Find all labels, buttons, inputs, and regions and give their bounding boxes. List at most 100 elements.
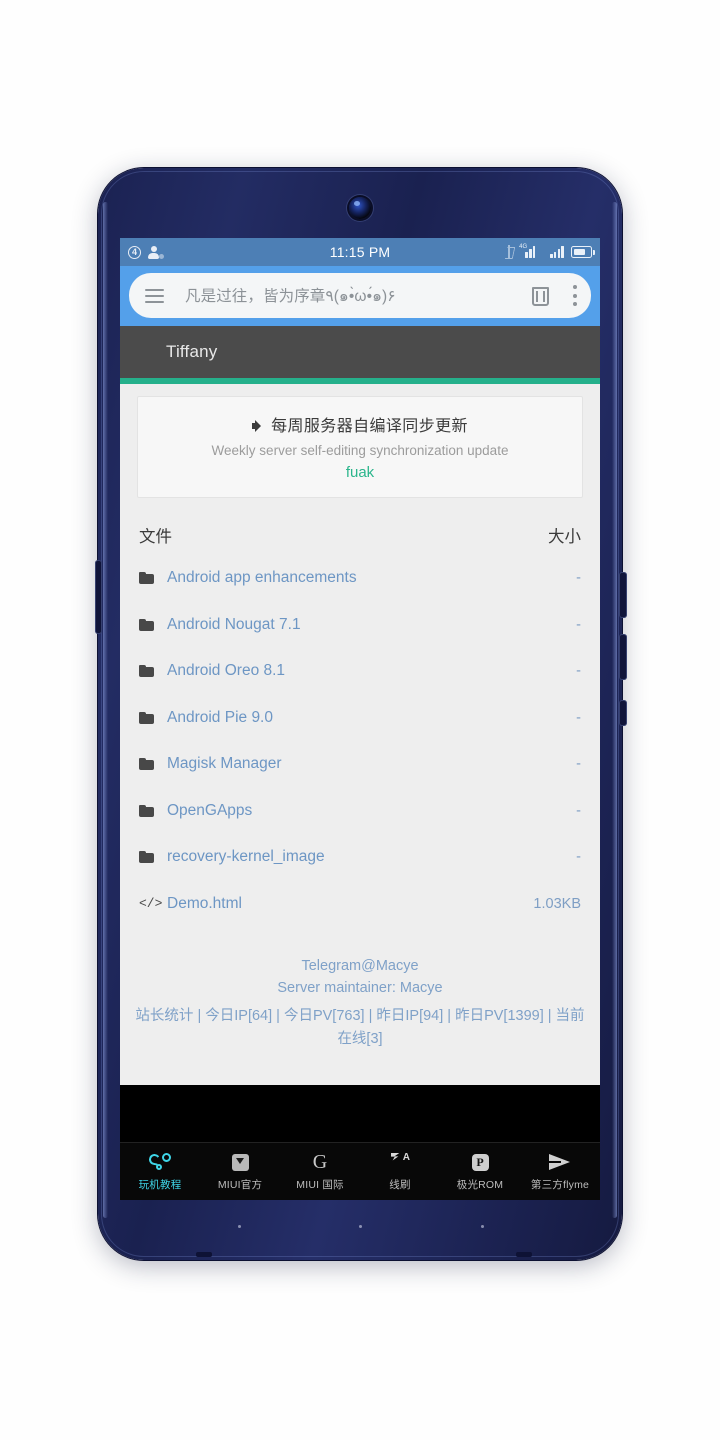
notice-section: 每周服务器自编译同步更新 Weekly server self-editing … xyxy=(120,378,600,498)
capacitive-button-recents[interactable] xyxy=(481,1225,484,1228)
file-size: - xyxy=(576,616,581,633)
bottom-nav-label: MIUI官方 xyxy=(217,1179,263,1191)
send-arrow-icon xyxy=(549,1151,571,1173)
bluetooth-icon xyxy=(505,245,514,259)
site-header: Tiffany xyxy=(120,326,600,384)
table-row[interactable]: OpenGApps - xyxy=(137,788,583,835)
file-name-link[interactable]: Android Oreo 8.1 xyxy=(167,662,285,680)
file-row-left: Android app enhancements xyxy=(139,569,357,587)
site-title: Tiffany xyxy=(166,342,218,361)
status-bar-right: 4G xyxy=(505,244,595,259)
file-size: - xyxy=(576,570,581,587)
table-row[interactable]: Android app enhancements - xyxy=(137,555,583,602)
folder-icon xyxy=(139,851,154,864)
file-row-left: Android Nougat 7.1 xyxy=(139,616,301,634)
announcement-card: 每周服务器自编译同步更新 Weekly server self-editing … xyxy=(137,396,583,498)
announcement-link[interactable]: fuak xyxy=(148,464,572,481)
bottom-nav-label: 第三方flyme xyxy=(530,1179,590,1191)
bottom-nav-item-5[interactable]: 第三方flyme xyxy=(520,1151,600,1192)
table-row[interactable]: Android Oreo 8.1 - xyxy=(137,648,583,695)
page-footer: Telegram@Macye Server maintainer: Macye … xyxy=(120,927,600,1051)
folder-icon xyxy=(139,665,154,678)
announcement-headline-en: Weekly server self-editing synchronizati… xyxy=(211,443,509,458)
folder-icon xyxy=(139,618,154,631)
file-size: - xyxy=(576,663,581,680)
file-size: 1.03KB xyxy=(533,895,581,912)
bottom-navigation-bar: 玩机教程 MIUI官方 G MIUI 国际 A 线刷 P 极光ROM 第三方flyme xyxy=(120,1142,600,1200)
bottom-nav-label: MIUI 国际 xyxy=(296,1179,344,1191)
folder-icon xyxy=(139,758,154,771)
volume-up-button[interactable] xyxy=(619,572,627,618)
file-name-link[interactable]: Demo.html xyxy=(167,895,242,913)
power-button[interactable] xyxy=(619,700,627,726)
file-name-link[interactable]: Android app enhancements xyxy=(167,569,357,587)
bottom-nav-item-3[interactable]: A 线刷 xyxy=(360,1151,440,1192)
footer-telegram[interactable]: Telegram@Macye xyxy=(134,955,586,977)
flash-bolt-a-icon: A xyxy=(390,1151,410,1173)
bottom-nav-item-2[interactable]: G MIUI 国际 xyxy=(280,1151,360,1192)
file-row-left: recovery-kernel_image xyxy=(139,848,325,866)
signal-bars-sim1-icon: 4G xyxy=(519,244,539,258)
browser-toolbar: 凡是过往，皆为序章٩(๑•̀ω•́๑)۶ xyxy=(120,266,600,326)
trash-icon[interactable] xyxy=(531,285,550,306)
file-name-link[interactable]: Android Pie 9.0 xyxy=(167,709,273,727)
bezel-highlight-left xyxy=(103,202,108,1218)
folder-icon xyxy=(139,804,154,817)
file-row-left: Android Pie 9.0 xyxy=(139,709,273,727)
file-size: - xyxy=(576,802,581,819)
folder-icon xyxy=(139,572,154,585)
file-row-left: Magisk Manager xyxy=(139,755,282,773)
bottom-nav-label: 极光ROM xyxy=(456,1179,504,1191)
screenshot-stage: 4 11:15 PM 4G 凡是过往，皆为序章٩(๑•̀ω•́๑)۶ Tiffa… xyxy=(0,0,720,1440)
code-file-icon: </> xyxy=(139,896,163,912)
table-row[interactable]: Android Nougat 7.1 - xyxy=(137,602,583,649)
bottom-nav-item-1[interactable]: MIUI官方 xyxy=(200,1151,280,1192)
table-row[interactable]: recovery-kernel_image - xyxy=(137,834,583,881)
google-g-icon: G xyxy=(312,1151,328,1173)
file-row-left: OpenGApps xyxy=(139,802,252,820)
download-box-icon xyxy=(231,1151,249,1173)
announcement-headline-cn: 每周服务器自编译同步更新 xyxy=(148,412,572,436)
file-rows: Android app enhancements - Android Nougat … xyxy=(137,555,583,927)
address-bar-text[interactable]: 凡是过往，皆为序章٩(๑•̀ω•́๑)۶ xyxy=(185,283,531,308)
status-bar: 4 11:15 PM 4G xyxy=(120,238,600,266)
left-side-button[interactable] xyxy=(95,560,102,634)
hamburger-menu-icon[interactable] xyxy=(145,288,164,303)
table-row[interactable]: </> Demo.html 1.03KB xyxy=(137,881,583,928)
file-size: - xyxy=(576,709,581,726)
bottom-nav-label: 玩机教程 xyxy=(138,1179,182,1191)
file-name-link[interactable]: OpenGApps xyxy=(167,802,252,820)
bottom-nav-item-4[interactable]: P 极光ROM xyxy=(440,1151,520,1192)
file-name-link[interactable]: Magisk Manager xyxy=(167,755,282,773)
announcement-headline-cn-text: 每周服务器自编译同步更新 xyxy=(271,418,468,435)
address-bar[interactable]: 凡是过往，皆为序章٩(๑•̀ω•́๑)۶ xyxy=(129,273,591,318)
front-camera xyxy=(349,197,371,219)
file-size: - xyxy=(576,849,581,866)
table-row[interactable]: Magisk Manager - xyxy=(137,741,583,788)
more-vertical-icon[interactable] xyxy=(572,285,577,306)
column-header-name: 文件 xyxy=(139,528,172,546)
file-size: - xyxy=(576,756,581,773)
signal-bars-sim2-icon xyxy=(544,246,564,258)
phone-screen: 4 11:15 PM 4G 凡是过往，皆为序章٩(๑•̀ω•́๑)۶ Tiffa… xyxy=(120,238,600,1200)
file-row-left: Android Oreo 8.1 xyxy=(139,662,285,680)
folder-icon xyxy=(139,711,154,724)
antenna-slit-bottom-left xyxy=(196,1252,212,1257)
capacitive-button-back[interactable] xyxy=(238,1225,241,1228)
file-row-left: </> Demo.html xyxy=(139,895,242,913)
bottom-nav-label: 线刷 xyxy=(389,1179,411,1191)
speaker-icon xyxy=(252,420,264,432)
file-name-link[interactable]: recovery-kernel_image xyxy=(167,848,325,866)
table-row[interactable]: Android Pie 9.0 - xyxy=(137,695,583,742)
steam-logo-icon xyxy=(147,1151,171,1173)
file-list-header: 文件 大小 xyxy=(137,498,583,555)
volume-down-button[interactable] xyxy=(619,634,627,680)
footer-maintainer: Server maintainer: Macye xyxy=(277,980,443,996)
capacitive-button-home[interactable] xyxy=(359,1225,362,1228)
file-name-link[interactable]: Android Nougat 7.1 xyxy=(167,616,301,634)
bottom-nav-item-0[interactable]: 玩机教程 xyxy=(120,1151,200,1192)
pinterest-p-icon: P xyxy=(471,1151,489,1173)
file-list-section: 文件 大小 Android app enhancements - Android N… xyxy=(120,498,600,927)
network-type-label: 4G xyxy=(519,244,528,250)
footer-site-stats[interactable]: 站长统计 | 今日IP[64] | 今日PV[763] | 昨日IP[94] |… xyxy=(134,1005,586,1051)
